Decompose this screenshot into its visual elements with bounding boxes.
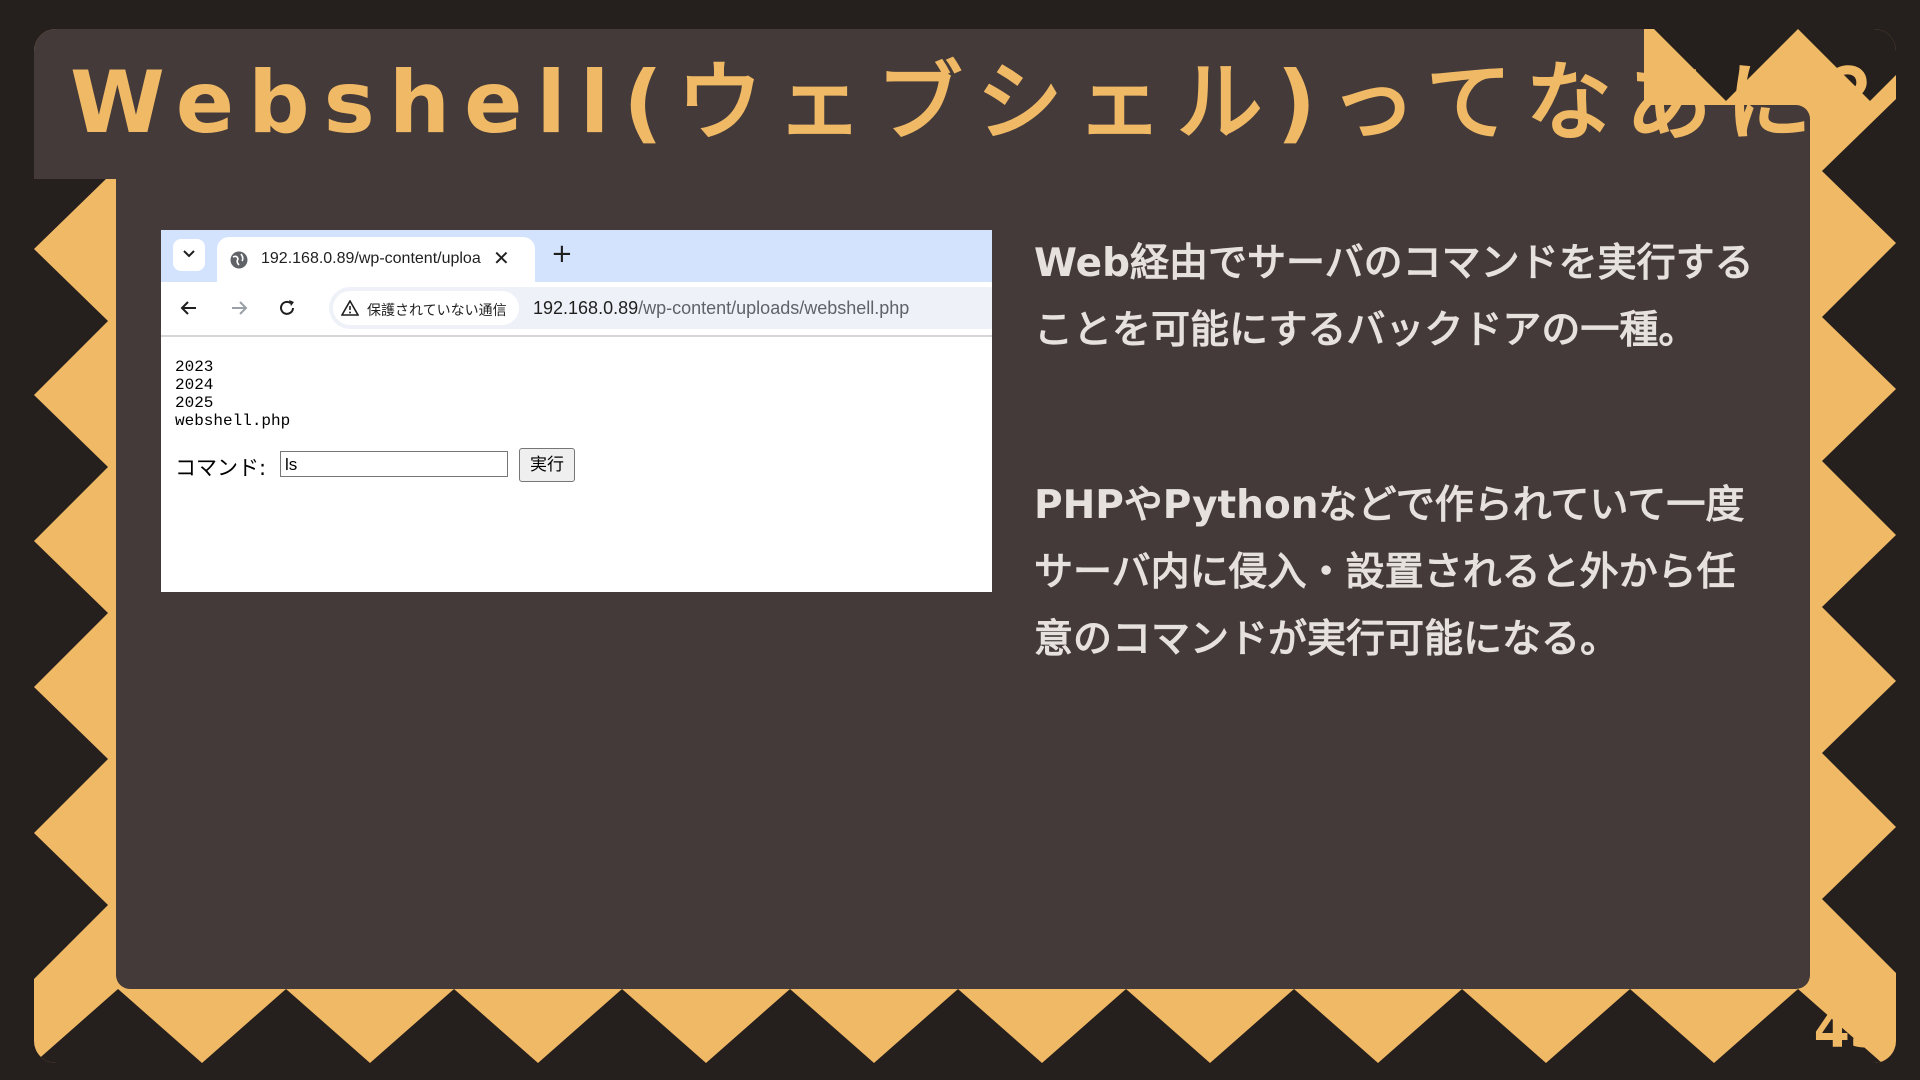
tab-strip: 192.168.0.89/wp-content/uploa ✕ + <box>161 230 992 282</box>
page-number: 43 <box>1813 1000 1886 1060</box>
listing-item: webshell.php <box>175 412 291 430</box>
close-icon[interactable]: ✕ <box>493 246 510 270</box>
command-label: コマンド: <box>175 456 267 480</box>
command-input[interactable]: ls <box>280 451 508 477</box>
description-paragraph-2: PHPやPythonなどで作られていて一度サーバ内に侵入・設置されると外から任意… <box>1034 483 1745 662</box>
reload-icon[interactable] <box>277 298 297 318</box>
browser-toolbar: 保護されていない通信 192.168.0.89/wp-content/uploa… <box>161 282 992 337</box>
address-bar[interactable]: 保護されていない通信 192.168.0.89/wp-content/uploa… <box>329 287 992 329</box>
security-indicator[interactable]: 保護されていない通信 <box>333 291 519 325</box>
url-text: 192.168.0.89/wp-content/uploads/webshell… <box>533 298 909 319</box>
globe-icon <box>230 251 248 269</box>
url-host: 192.168.0.89 <box>533 298 639 318</box>
security-label: 保護されていない通信 <box>367 303 507 319</box>
warning-icon <box>341 300 359 316</box>
forward-arrow-icon[interactable] <box>229 298 249 318</box>
tab-title: 192.168.0.89/wp-content/uploa <box>261 250 481 267</box>
command-form: コマンド: ls 実行 <box>175 446 595 486</box>
directory-listing: 2023 2024 2025 webshell.php <box>175 358 290 430</box>
chevron-down-icon <box>183 250 195 258</box>
listing-item: 2025 <box>175 394 214 412</box>
browser-tab[interactable]: 192.168.0.89/wp-content/uploa ✕ <box>217 237 535 282</box>
tab-search-button[interactable] <box>173 239 205 271</box>
description-paragraph-1: Web経由でサーバのコマンドを実行することを可能にするバックドアの一種。 <box>1034 241 1754 353</box>
execute-button[interactable]: 実行 <box>519 448 575 482</box>
new-tab-button[interactable]: + <box>551 240 573 268</box>
back-arrow-icon[interactable] <box>179 298 199 318</box>
slide-title: Webshell(ウェブシェル)ってなあに？ <box>70 53 1920 153</box>
listing-item: 2024 <box>175 376 214 394</box>
listing-item: 2023 <box>175 358 214 376</box>
url-path: /wp-content/uploads/webshell.php <box>638 298 910 318</box>
browser-screenshot: 192.168.0.89/wp-content/uploa ✕ + 保護されてい… <box>161 230 992 592</box>
